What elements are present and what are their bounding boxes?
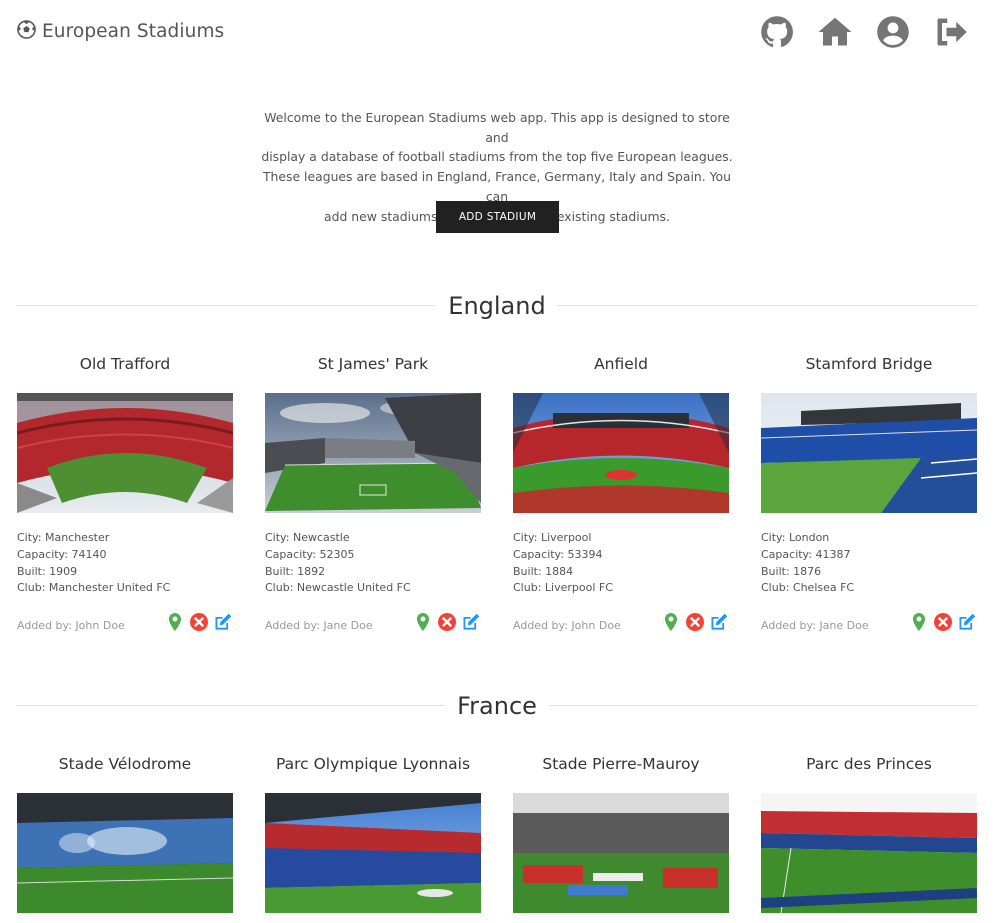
stadium-name: Parc Olympique Lyonnais <box>275 755 471 773</box>
stadium-info: City: Newcastle Capacity: 52305 Built: 1… <box>265 530 411 597</box>
logout-icon[interactable] <box>932 13 970 51</box>
stadium-club: Club: Chelsea FC <box>761 581 855 595</box>
stadium-info: City: London Capacity: 41387 Built: 1876… <box>761 530 854 597</box>
brand[interactable]: European Stadiums <box>17 20 224 43</box>
stadium-image <box>17 793 233 913</box>
delete-icon[interactable] <box>933 612 953 632</box>
edit-icon[interactable] <box>957 612 977 632</box>
map-pin-icon[interactable] <box>165 612 185 632</box>
stadium-info: City: Manchester Capacity: 74140 Built: … <box>17 530 170 597</box>
stadium-city: City: London <box>761 531 830 544</box>
added-by: Added by: John Doe <box>513 619 621 632</box>
stadium-club: Club: Manchester United FC <box>17 581 171 595</box>
stadium-name: Parc des Princes <box>806 755 932 773</box>
stadium-image <box>761 393 977 513</box>
edit-icon[interactable] <box>213 612 233 632</box>
delete-icon[interactable] <box>437 612 457 632</box>
stadium-club: Club: Liverpool FC <box>513 581 613 595</box>
intro-line: Welcome to the European Stadiums web app… <box>264 110 730 145</box>
delete-icon[interactable] <box>685 612 705 632</box>
navbar: European Stadiums <box>0 0 994 66</box>
stadium-name: St James' Park <box>317 355 429 373</box>
stadium-capacity: Capacity: 74140 <box>17 547 107 561</box>
stadium-image <box>761 793 977 913</box>
github-icon[interactable] <box>758 13 796 51</box>
section-title-france: France <box>445 692 549 720</box>
home-icon[interactable] <box>816 13 854 51</box>
user-circle-icon[interactable] <box>874 13 912 51</box>
stadium-image <box>265 793 481 913</box>
stadium-built: Built: 1909 <box>17 564 78 578</box>
section-title-england: England <box>436 292 558 320</box>
stadium-image <box>513 793 729 913</box>
stadium-capacity: Capacity: 53394 <box>513 547 603 561</box>
stadium-built: Built: 1884 <box>513 564 574 578</box>
stadium-name: Stamford Bridge <box>805 355 933 373</box>
stadium-capacity: Capacity: 41387 <box>761 547 851 561</box>
map-pin-icon[interactable] <box>909 612 929 632</box>
card-actions <box>161 612 233 632</box>
soccer-ball-icon <box>17 20 42 43</box>
stadium-built: Built: 1892 <box>265 564 326 578</box>
stadium-image <box>265 393 481 513</box>
stadium-city: City: Newcastle <box>265 531 350 544</box>
edit-icon[interactable] <box>461 612 481 632</box>
added-by: Added by: Jane Doe <box>761 619 869 632</box>
stadium-built: Built: 1876 <box>761 564 822 578</box>
stadium-capacity: Capacity: 52305 <box>265 547 355 561</box>
stadium-name: Stade Pierre-Mauroy <box>542 755 700 773</box>
map-pin-icon[interactable] <box>413 612 433 632</box>
stadium-image <box>17 393 233 513</box>
added-by: Added by: John Doe <box>17 619 125 632</box>
stadium-image <box>513 393 729 513</box>
card-actions <box>657 612 729 632</box>
intro-line: display a database of football stadiums … <box>261 149 733 165</box>
map-pin-icon[interactable] <box>661 612 681 632</box>
stadium-info: City: Liverpool Capacity: 53394 Built: 1… <box>513 530 613 597</box>
nav-icons <box>738 13 970 51</box>
stadium-name: Stade Vélodrome <box>58 755 192 773</box>
stadium-city: City: Manchester <box>17 531 110 544</box>
stadium-name: Anfield <box>594 355 648 373</box>
added-by: Added by: Jane Doe <box>265 619 373 632</box>
app-title: European Stadiums <box>42 21 225 42</box>
stadium-city: City: Liverpool <box>513 531 592 544</box>
add-stadium-button[interactable]: ADD STADIUM <box>436 201 559 233</box>
stadium-club: Club: Newcastle United FC <box>265 581 411 595</box>
card-actions <box>409 612 481 632</box>
stadium-name: Old Trafford <box>79 355 171 373</box>
edit-icon[interactable] <box>709 612 729 632</box>
delete-icon[interactable] <box>189 612 209 632</box>
card-actions <box>905 612 977 632</box>
